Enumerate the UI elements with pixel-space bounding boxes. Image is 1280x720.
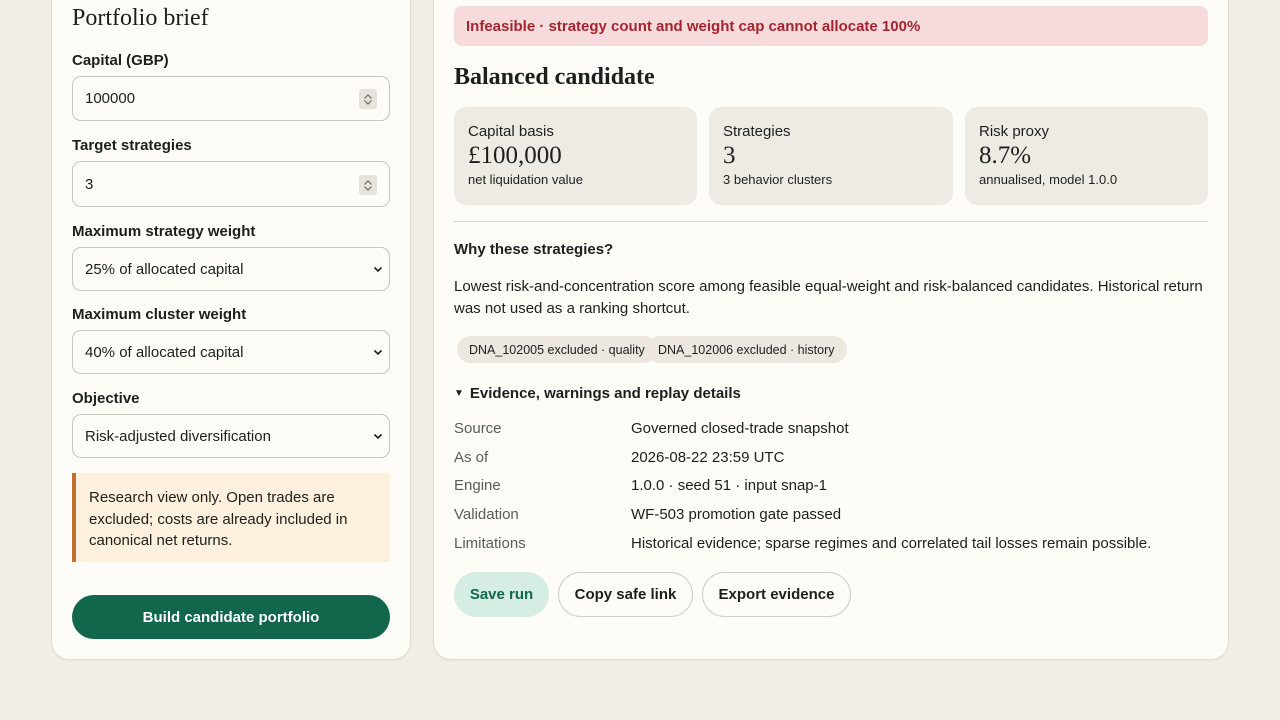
target-strategies-value: 3	[85, 175, 94, 193]
chevron-down-icon	[373, 349, 383, 356]
objective-value: Risk-adjusted diversification	[85, 427, 271, 445]
detail-key: Limitations	[454, 535, 526, 552]
stepper-down-icon[interactable]	[364, 185, 372, 191]
chevron-down-icon	[373, 433, 383, 440]
stepper-up-icon[interactable]	[364, 93, 372, 99]
capital-label: Capital (GBP)	[72, 52, 169, 69]
metric-sub: annualised, model 1.0.0	[979, 172, 1118, 187]
detail-key: Engine	[454, 477, 501, 494]
detail-key: Validation	[454, 506, 519, 523]
candidate-title: Balanced candidate	[454, 64, 655, 90]
detail-key: As of	[454, 449, 489, 466]
metric-risk-proxy: Risk proxy 8.7% annualised, model 1.0.0	[965, 107, 1208, 205]
metric-sub: 3 behavior clusters	[723, 172, 833, 187]
max-cluster-weight-select[interactable]: 40% of allocated capital	[72, 330, 390, 374]
objective-label: Objective	[72, 390, 140, 407]
max-strategy-weight-select[interactable]: 25% of allocated capital	[72, 247, 390, 291]
max-cluster-weight-value: 40% of allocated capital	[85, 343, 244, 361]
excluded-chip: DNA_102005 excluded · quality	[457, 336, 657, 363]
max-strategy-weight-value: 25% of allocated capital	[85, 260, 244, 278]
metric-value: £100,000	[468, 142, 562, 169]
metric-capital-basis: Capital basis £100,000 net liquidation v…	[454, 107, 697, 205]
target-strategies-label: Target strategies	[72, 137, 192, 154]
stepper-down-icon[interactable]	[364, 99, 372, 105]
copy-safe-link-button[interactable]: Copy safe link	[558, 572, 693, 617]
export-evidence-button[interactable]: Export evidence	[702, 572, 851, 617]
excluded-chip: DNA_102006 excluded · history	[646, 336, 847, 363]
target-strategies-input[interactable]: 3	[72, 161, 390, 207]
save-run-button[interactable]: Save run	[454, 572, 549, 617]
stepper-up-icon[interactable]	[364, 179, 372, 185]
capital-input-value: 100000	[85, 90, 136, 107]
target-strategies-stepper[interactable]	[359, 175, 377, 195]
capital-stepper[interactable]	[359, 89, 377, 109]
why-title: Why these strategies?	[454, 241, 614, 258]
max-cluster-weight-label: Maximum cluster weight	[72, 306, 247, 323]
result-card	[433, 0, 1229, 660]
divider	[454, 221, 1208, 222]
detail-value: WF-503 promotion gate passed	[631, 506, 842, 523]
metric-label: Capital basis	[468, 123, 554, 140]
infeasible-alert: Infeasible · strategy count and weight c…	[454, 6, 1208, 46]
chevron-down-icon	[373, 266, 383, 273]
max-strategy-weight-label: Maximum strategy weight	[72, 223, 256, 240]
detail-value: Governed closed-trade snapshot	[631, 420, 849, 437]
metric-label: Risk proxy	[979, 123, 1050, 140]
triangle-down-icon: ▼	[454, 388, 464, 399]
research-notice: Research view only. Open trades are excl…	[72, 473, 390, 562]
objective-select[interactable]: Risk-adjusted diversification	[72, 414, 390, 458]
detail-value: 1.0.0 · seed 51 · input snap-1	[631, 477, 827, 494]
details-toggle[interactable]: ▼ Evidence, warnings and replay details	[454, 385, 741, 402]
metric-strategies: Strategies 3 3 behavior clusters	[709, 107, 953, 205]
capital-input[interactable]: 100000	[72, 76, 390, 121]
build-portfolio-button[interactable]: Build candidate portfolio	[72, 595, 390, 639]
details-summary-label: Evidence, warnings and replay details	[469, 385, 741, 402]
detail-value: 2026-08-22 23:59 UTC	[631, 449, 785, 466]
metric-label: Strategies	[723, 123, 791, 140]
metric-value: 8.7%	[979, 142, 1032, 169]
detail-key: Source	[454, 420, 502, 437]
why-text: Lowest risk-and-concentration score amon…	[454, 278, 1203, 317]
detail-value: Historical evidence; sparse regimes and …	[631, 535, 1152, 552]
metric-sub: net liquidation value	[468, 172, 583, 187]
brief-title: Portfolio brief	[72, 5, 209, 31]
metric-value: 3	[723, 142, 736, 169]
